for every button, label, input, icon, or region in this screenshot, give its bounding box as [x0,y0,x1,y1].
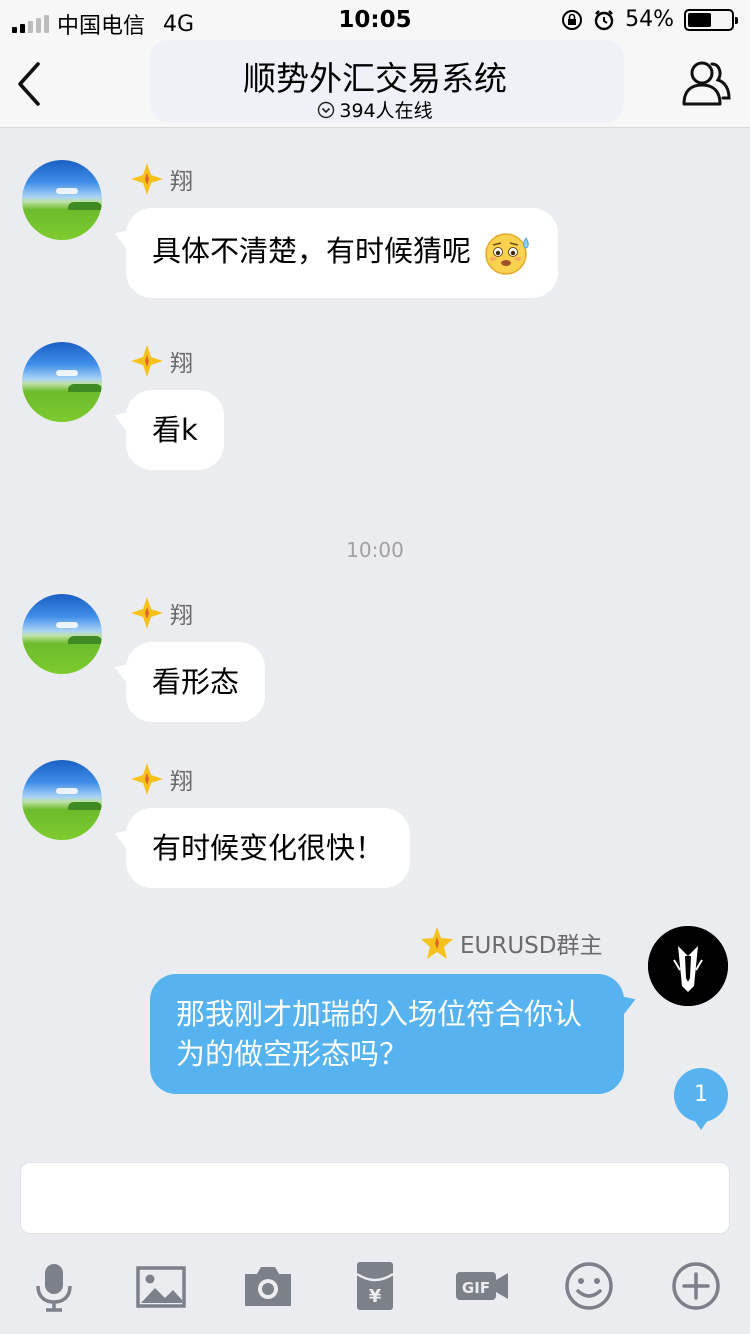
member-badge-icon [131,597,163,629]
group-title[interactable]: 顺势外汇交易系统 [0,52,750,100]
camera-icon[interactable] [240,1258,296,1314]
message-text: 具体不清楚，有时候猜呢 [152,234,472,268]
battery-icon [684,8,738,31]
member-badge-icon [421,927,453,959]
sender-name: 翔 [130,344,193,378]
unread-count-badge[interactable]: 1 [674,1068,728,1130]
anxious-sweat-emoji-icon [485,233,529,275]
message-text: 那我刚才加瑞的入场位符合你认为的做空形态吗？ [176,997,583,1071]
message-bubble[interactable]: 看形态 [126,642,266,722]
message-bubble[interactable]: 具体不清楚，有时候猜呢 [126,208,559,298]
microphone-icon[interactable] [26,1258,82,1314]
alarm-icon [594,9,614,30]
chevron-down-icon [318,101,335,118]
avatar[interactable] [22,160,102,240]
sender-name: 翔 [130,596,193,630]
sender-name: 翔 [130,162,193,196]
suit-avatar-icon [648,926,728,1006]
group-members-icon[interactable] [678,58,732,108]
avatar[interactable] [22,760,102,840]
sender-name: EURUSD群主 [420,926,603,960]
avatar[interactable] [648,926,728,1006]
plus-icon[interactable] [668,1258,724,1314]
message-text: 看形态 [152,665,240,699]
red-packet-icon[interactable]: ¥ [347,1258,403,1314]
battery-percent: 54% [625,7,674,32]
input-toolbar: ¥ GIF [0,1250,750,1320]
message-text: 有时候变化很快！ [152,831,385,865]
message-bubble-self[interactable]: 那我刚才加瑞的入场位符合你认为的做空形态吗？ [150,974,624,1094]
svg-text:GIF: GIF [462,1279,490,1297]
time-divider: 10:00 [346,538,404,562]
emoji-icon[interactable] [561,1258,617,1314]
message-input[interactable] [20,1162,730,1234]
message-text: 看k [152,413,198,447]
avatar[interactable] [22,342,102,422]
member-badge-icon [131,763,163,795]
online-count: 394人在线 [339,100,433,122]
message-bubble[interactable]: 有时候变化很快！ [126,808,411,888]
member-badge-icon [131,345,163,377]
chat-header: 顺势外汇交易系统 394人在线 [0,40,750,128]
avatar[interactable] [22,594,102,674]
member-badge-icon [131,163,163,195]
online-status[interactable]: 394人在线 [0,96,750,123]
orientation-lock-icon [562,9,583,30]
image-icon[interactable] [133,1258,189,1314]
svg-text:¥: ¥ [369,1286,382,1307]
message-bubble[interactable]: 看k [126,390,224,470]
gif-icon[interactable]: GIF [454,1258,510,1314]
sender-name: 翔 [130,762,193,796]
status-bar: 中国电信 4G 10:05 54% [0,0,750,40]
